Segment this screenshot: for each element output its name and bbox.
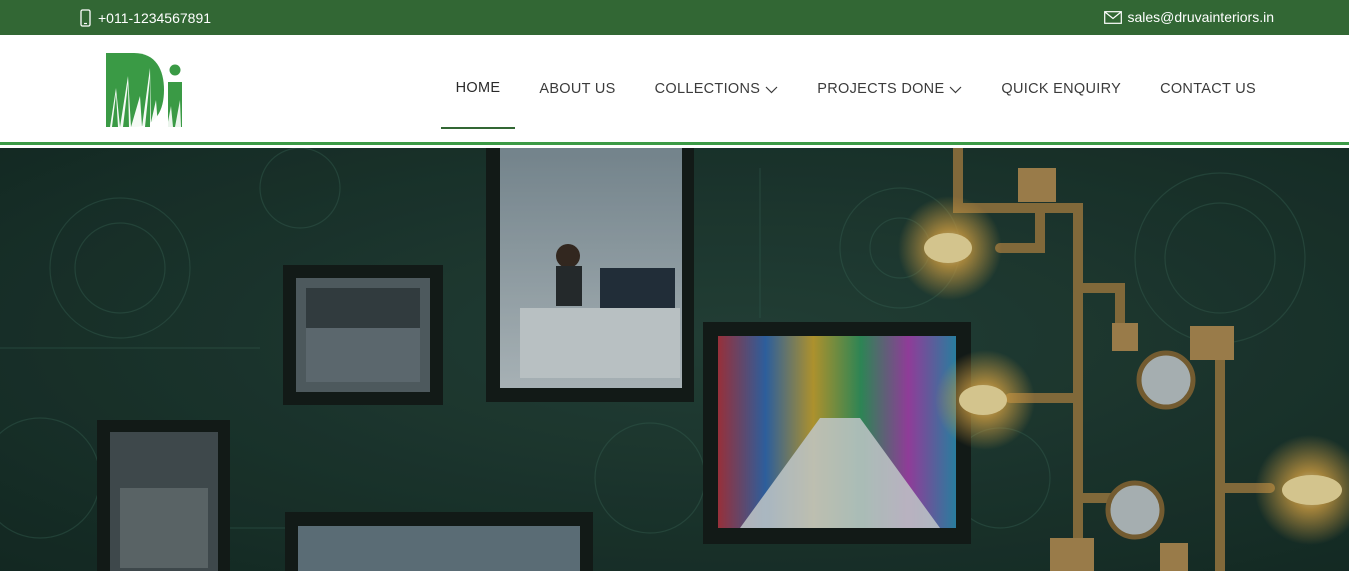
chevron-down-icon bbox=[765, 82, 778, 98]
nav-quick-enquiry[interactable]: QUICK ENQUIRY bbox=[986, 35, 1136, 145]
nav-contact-us[interactable]: CONTACT US bbox=[1145, 35, 1271, 145]
druva-interiors-logo[interactable] bbox=[104, 50, 188, 130]
nav-collections[interactable]: COLLECTIONS bbox=[640, 35, 794, 145]
chevron-down-icon bbox=[949, 82, 962, 98]
email-address: sales@druvainteriors.in bbox=[1127, 9, 1275, 25]
nav-quick-enquiry-label: QUICK ENQUIRY bbox=[1001, 81, 1122, 97]
nav-projects-done-label: PROJECTS DONE bbox=[817, 81, 945, 97]
nav-contact-us-label: CONTACT US bbox=[1160, 81, 1256, 97]
main-navigation: HOME ABOUT US COLLECTIONS PROJECTS DONE … bbox=[432, 35, 1271, 145]
phone-contact[interactable]: +011-1234567891 bbox=[80, 9, 211, 27]
hero-banner-image bbox=[0, 148, 1349, 571]
nav-collections-label: COLLECTIONS bbox=[654, 81, 761, 97]
envelope-icon bbox=[1103, 10, 1122, 24]
nav-about-us-label: ABOUT US bbox=[539, 81, 616, 97]
email-contact[interactable]: sales@druvainteriors.in bbox=[1103, 9, 1275, 25]
phone-number: +011-1234567891 bbox=[98, 10, 212, 26]
mobile-phone-icon bbox=[80, 9, 91, 27]
nav-home-label: HOME bbox=[455, 80, 501, 96]
top-bar: +011-1234567891 sales@druvainteriors.in bbox=[0, 0, 1349, 35]
site-header: HOME ABOUT US COLLECTIONS PROJECTS DONE … bbox=[0, 35, 1349, 145]
nav-projects-done[interactable]: PROJECTS DONE bbox=[802, 35, 977, 145]
nav-about-us[interactable]: ABOUT US bbox=[524, 35, 630, 145]
nav-home[interactable]: HOME bbox=[440, 35, 516, 145]
